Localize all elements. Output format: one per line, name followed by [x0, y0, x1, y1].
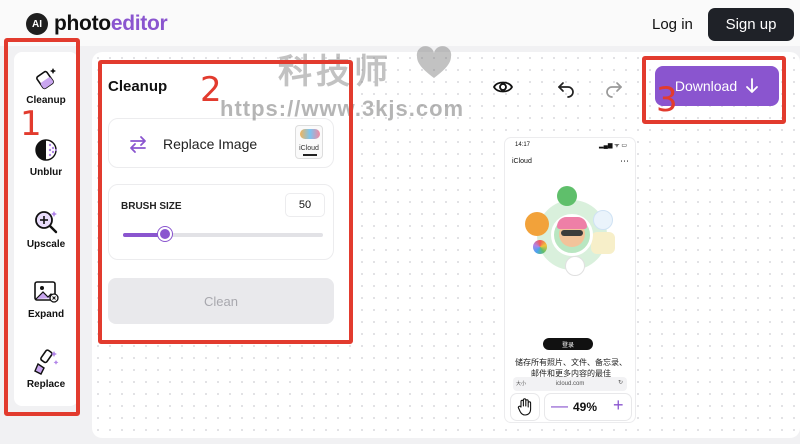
preview-app-name: iCloud — [512, 158, 532, 165]
preview-status-time: 14:17 — [515, 142, 531, 148]
hand-icon — [517, 398, 532, 416]
preview-bubble-orange — [525, 212, 549, 236]
preview-status-icons: ▂▄▆ ᯤ ▭ — [599, 143, 627, 149]
eye-icon[interactable] — [492, 76, 514, 98]
zoom-box: — 49% + — [545, 394, 631, 420]
annotation-number-1: 1 — [20, 104, 42, 144]
preview-bubble-photos — [533, 240, 547, 254]
logo[interactable]: AI photoeditor — [26, 12, 168, 36]
login-link[interactable]: Log in — [652, 16, 693, 33]
zoom-controls: — 49% + — [509, 392, 635, 422]
preview-bubble-list — [565, 256, 585, 276]
reload-icon: ↻ — [617, 380, 623, 386]
logo-accent: editor — [110, 12, 168, 35]
preview-bubble-green — [557, 186, 577, 206]
preview-login-button: 登录 — [543, 338, 593, 350]
logo-text: photoeditor — [54, 12, 168, 36]
heart-icon — [416, 46, 452, 78]
annotation-number-2: 2 — [200, 70, 222, 110]
annotation-number-3: 3 — [656, 80, 678, 120]
preview-avatar-glasses — [561, 230, 583, 236]
preview-avatar-hair — [557, 217, 587, 229]
logo-badge: AI — [26, 13, 48, 35]
undo-icon[interactable] — [556, 78, 576, 98]
logo-main: photo — [54, 12, 111, 35]
preview-url-left: 大小 — [516, 381, 527, 387]
image-preview[interactable]: 14:17 ▂▄▆ ᯤ ▭ iCloud ⋯ 登录 储存所有照片、文件、备忘录、… — [505, 138, 635, 422]
more-icon: ⋯ — [620, 156, 629, 166]
top-bar: AI photoeditor Log in Sign up — [0, 0, 800, 46]
zoom-out-button[interactable]: — — [551, 396, 568, 416]
preview-bubble-cloud — [593, 210, 613, 230]
zoom-in-button[interactable]: + — [613, 395, 624, 416]
annotation-box-1 — [4, 38, 80, 416]
annotation-box-2 — [98, 60, 353, 344]
zoom-level: 49% — [573, 400, 598, 414]
preview-url: icloud.com — [555, 381, 585, 387]
hand-tool-button[interactable] — [511, 394, 539, 420]
preview-body-text: 储存所有照片、文件、备忘录、邮件和更多内容的最佳 — [515, 358, 627, 378]
preview-bubble-notes — [591, 232, 615, 254]
preview-url-bar: 大小 icloud.com ↻ — [513, 377, 627, 391]
signup-button[interactable]: Sign up — [708, 8, 794, 41]
redo-icon[interactable] — [604, 78, 624, 98]
